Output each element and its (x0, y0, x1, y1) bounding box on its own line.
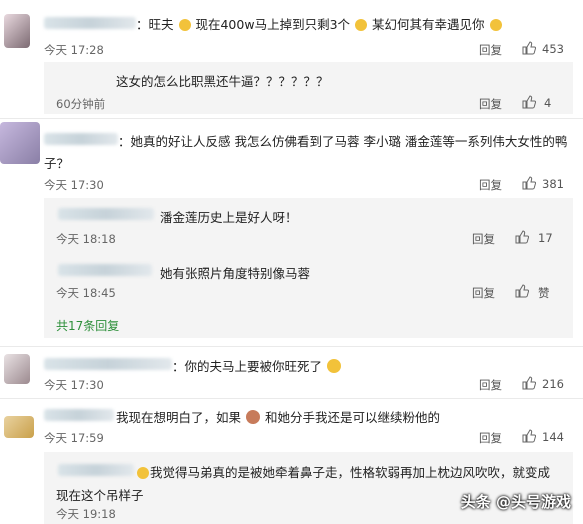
like-count: 17 (538, 231, 553, 245)
commenter-name[interactable] (44, 358, 172, 370)
thumb-emoji-icon (355, 19, 368, 31)
emoji-icon (137, 467, 149, 479)
like-count: 4 (544, 96, 552, 110)
divider (0, 118, 583, 119)
divider (0, 398, 583, 399)
like-count: 赞 (538, 286, 550, 300)
comment-time: 今天 17:28 (44, 43, 104, 57)
like-count: 144 (542, 430, 564, 444)
comment-text: 我现在想明白了，如果 和她分手我还是可以继续粉他的 (116, 410, 440, 425)
sub-reply-text: 潘金莲历史上是好人呀！ (160, 210, 298, 225)
thumb-up-icon[interactable] (515, 284, 529, 298)
like-count: 216 (542, 377, 564, 391)
comment-text: ：你的夫马上要被你旺死了 (172, 356, 342, 375)
thumb-up-icon[interactable] (522, 41, 536, 55)
sub-reply-time: 今天 19:18 (56, 507, 116, 521)
reply-button[interactable]: 回复 (472, 285, 495, 301)
thumb-up-icon[interactable] (522, 176, 536, 190)
reply-button[interactable]: 回复 (479, 42, 502, 58)
avatar-emoji-icon (246, 410, 260, 424)
avatar[interactable] (4, 14, 30, 48)
comment-text: ：她真的好让人反感 我怎么仿佛看到了马蓉 李小璐 潘金莲等一系列伟大女性的鸭 (118, 134, 568, 149)
reply-button[interactable]: 回复 (472, 231, 495, 247)
sub-reply-time: 今天 18:18 (56, 232, 116, 246)
smile-emoji-icon (327, 359, 342, 373)
sub-reply-text: 这女的怎么比职黑还牛逼？？？？？？ (116, 74, 329, 89)
reply-button[interactable]: 回复 (479, 96, 502, 112)
like-count: 453 (542, 42, 564, 56)
reply-button[interactable]: 回复 (479, 430, 502, 446)
commenter-name[interactable] (58, 208, 154, 220)
sub-reply-text: 我觉得马弟真的是被她牵着鼻子走，性格软弱再加上枕边风吹吹，就变成 (136, 462, 550, 481)
thumb-up-icon[interactable] (515, 230, 529, 244)
reply-button[interactable]: 回复 (479, 177, 502, 193)
avatar[interactable] (4, 416, 34, 438)
thumb-emoji-icon (178, 19, 191, 31)
thumb-up-icon[interactable] (522, 95, 536, 109)
commenter-name[interactable] (58, 464, 134, 476)
thumb-up-icon[interactable] (522, 429, 536, 443)
sub-reply-time: 60分钟前 (56, 97, 106, 111)
comment-text: ：旺夫 现在400w马上掉到只剩3个 某幻何其有幸遇见你 (136, 14, 503, 33)
sub-reply-time: 今天 18:45 (56, 286, 116, 300)
avatar[interactable] (0, 122, 40, 164)
avatar[interactable] (4, 354, 30, 384)
comment-text-line2: 子？ (44, 156, 70, 171)
commenter-name[interactable] (58, 264, 152, 276)
more-replies-link[interactable]: 共17条回复 (56, 317, 119, 334)
reply-button[interactable]: 回复 (479, 377, 502, 393)
comment-time: 今天 17:59 (44, 431, 104, 445)
like-count: 381 (542, 177, 564, 191)
sub-reply-text: 她有张照片角度特别像马蓉 (160, 266, 311, 281)
divider (0, 346, 583, 347)
sub-reply-text-line2: 现在这个吊样子 (56, 488, 144, 503)
comment-time: 今天 17:30 (44, 178, 104, 192)
thumb-emoji-icon (489, 19, 502, 31)
watermark: 头条 @头号游戏 (460, 493, 571, 511)
commenter-name[interactable] (44, 409, 114, 421)
commenter-name[interactable] (44, 17, 136, 29)
commenter-name[interactable] (44, 133, 118, 145)
comment-time: 今天 17:30 (44, 378, 104, 392)
thumb-up-icon[interactable] (522, 376, 536, 390)
